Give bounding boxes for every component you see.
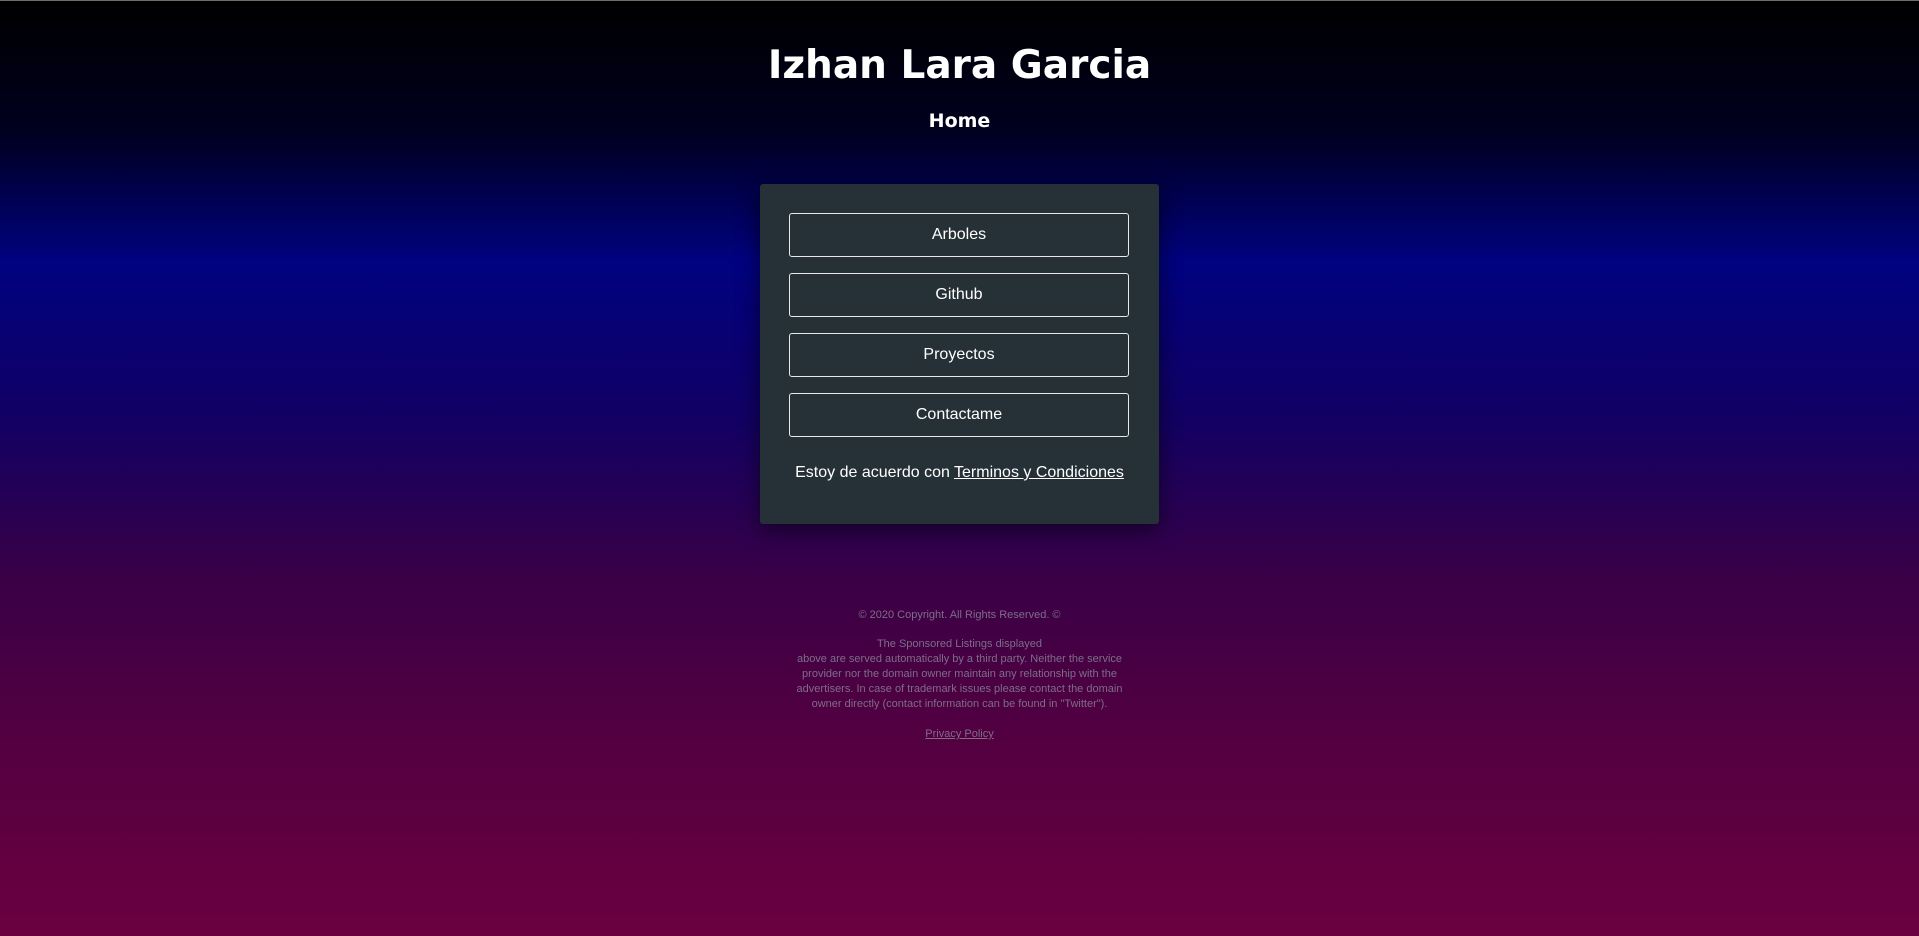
footer: © 2020 Copyright. All Rights Reserved. ©…	[0, 607, 1919, 742]
sponsored-disclaimer: The Sponsored Listings displayed above a…	[780, 637, 1140, 712]
arboles-button[interactable]: Arboles	[789, 213, 1129, 257]
terms-prefix-text: Estoy de acuerdo con	[795, 464, 950, 481]
disclaimer-line: provider nor the domain owner maintain a…	[802, 668, 1117, 680]
disclaimer-line: advertisers. In case of trademark issues…	[796, 683, 1123, 695]
contactame-button[interactable]: Contactame	[789, 393, 1129, 437]
privacy-policy-link[interactable]: Privacy Policy	[925, 726, 993, 742]
disclaimer-line: The Sponsored Listings displayed	[876, 638, 1043, 650]
copyright-text: © 2020 Copyright. All Rights Reserved. ©	[858, 609, 1061, 621]
terms-agreement: Estoy de acuerdo con Terminos y Condicio…	[760, 462, 1159, 484]
menu-card: Arboles Github Proyectos Contactame Esto…	[760, 184, 1159, 524]
disclaimer-line: owner directly (contact information can …	[811, 698, 1108, 710]
terms-link[interactable]: Terminos y Condiciones	[954, 464, 1124, 481]
site-title: Izhan Lara Garcia	[767, 43, 1152, 88]
github-button[interactable]: Github	[789, 273, 1129, 317]
top-border-line	[0, 0, 1919, 1]
proyectos-button[interactable]: Proyectos	[789, 333, 1129, 377]
nav-home-link[interactable]: Home	[0, 108, 1919, 134]
disclaimer-line: above are served automatically by a thir…	[796, 653, 1123, 665]
